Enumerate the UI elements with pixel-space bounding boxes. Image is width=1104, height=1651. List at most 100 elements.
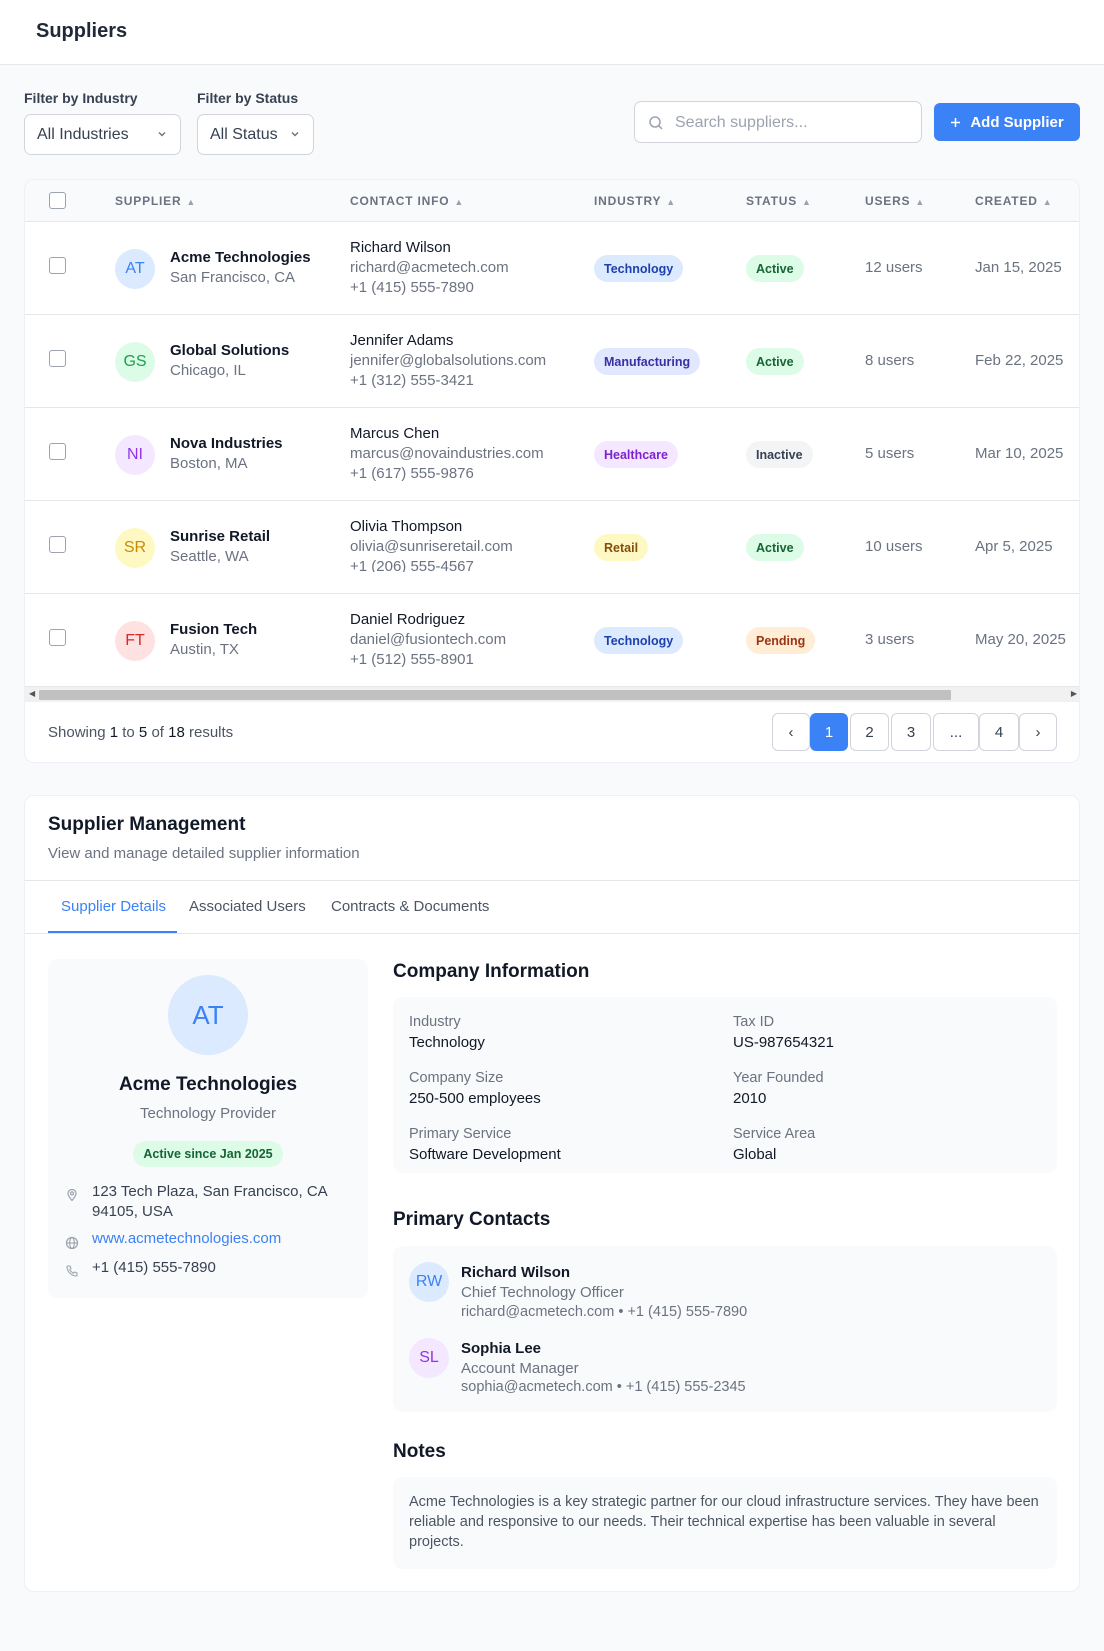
pagination-prev-button[interactable]: ‹	[772, 713, 810, 751]
row-checkbox[interactable]	[49, 536, 66, 553]
divider	[25, 933, 1079, 934]
company-info-label: Industry	[409, 1014, 461, 1030]
table-row[interactable]: GS Global Solutions Chicago, IL Jennifer…	[25, 315, 1079, 408]
tab-associated-users[interactable]: Associated Users	[189, 898, 306, 915]
company-info-title: Company Information	[393, 961, 590, 982]
search-input[interactable]	[675, 111, 905, 135]
sort-icon: ▲	[186, 197, 197, 207]
contact-name: Olivia Thompson	[350, 518, 463, 535]
sort-icon: ▲	[915, 197, 926, 207]
company-info-value: 250-500 employees	[409, 1090, 541, 1107]
pagination-page-1[interactable]: 1	[810, 713, 848, 751]
contact-role: Account Manager	[461, 1360, 579, 1377]
contact-name: Richard Wilson	[461, 1264, 571, 1281]
column-header-industry[interactable]: INDUSTRY ▲	[594, 194, 676, 208]
status-badge: Active	[746, 348, 804, 375]
sort-icon: ▲	[1042, 197, 1053, 207]
row-checkbox[interactable]	[49, 257, 66, 274]
sort-icon: ▲	[454, 197, 465, 207]
supplier-name: Global Solutions	[170, 342, 290, 359]
column-header-created[interactable]: CREATED ▲	[975, 194, 1052, 208]
page-header: Suppliers	[0, 0, 1104, 65]
industry-filter-value: All Industries	[37, 126, 129, 143]
users-count: 8 users	[865, 352, 915, 369]
created-date: Apr 5, 2025	[975, 538, 1053, 555]
scroll-right-icon[interactable]: ▶	[1071, 689, 1077, 698]
company-info-value: US-987654321	[733, 1034, 834, 1051]
scrollbar-thumb[interactable]	[39, 690, 951, 700]
supplier-location: Seattle, WA	[170, 548, 249, 565]
contact-phone: +1 (617) 555-9876	[350, 465, 474, 482]
active-since-badge: Active since Jan 2025	[133, 1141, 283, 1167]
supplier-name: Acme Technologies	[170, 249, 311, 266]
contact-email: marcus@novaindustries.com	[350, 445, 544, 462]
contact-email: richard@acmetech.com	[350, 259, 509, 276]
results-summary: Showing 1 to 5 of 18 results	[48, 724, 234, 741]
supplier-profile-card: AT Acme Technologies Technology Provider…	[48, 959, 368, 1298]
contact-phone: +1 (415) 555-7890	[350, 279, 474, 296]
supplier-name: Sunrise Retail	[170, 528, 271, 545]
column-header-supplier[interactable]: SUPPLIER ▲	[115, 194, 196, 208]
industry-badge: Manufacturing	[594, 348, 701, 375]
select-all-checkbox[interactable]	[49, 192, 66, 209]
contact-name: Daniel Rodriguez	[350, 611, 466, 628]
profile-website-link[interactable]: www.acmetechnologies.com	[92, 1229, 281, 1249]
contact-name: Jennifer Adams	[350, 332, 454, 349]
pagination-page-4[interactable]: 4	[979, 713, 1019, 751]
profile-type: Technology Provider	[140, 1105, 276, 1122]
add-supplier-button[interactable]: Add Supplier	[934, 103, 1080, 141]
chevron-down-icon	[158, 132, 166, 137]
column-header-users[interactable]: USERS ▲	[865, 194, 925, 208]
notes-title: Notes	[393, 1441, 446, 1462]
management-title: Supplier Management	[48, 814, 246, 835]
table-header: SUPPLIER ▲ CONTACT INFO ▲ INDUSTRY ▲ STATUS…	[25, 180, 1079, 222]
avatar: SL	[409, 1338, 449, 1378]
contact-phone: +1 (512) 555-8901	[350, 651, 474, 668]
row-checkbox[interactable]	[49, 443, 66, 460]
company-info-label: Tax ID	[733, 1014, 775, 1030]
company-info-value: Software Development	[409, 1146, 561, 1163]
row-checkbox[interactable]	[49, 629, 66, 646]
contact-role: Chief Technology Officer	[461, 1284, 624, 1301]
contact-phone: +1 (206) 555-4567	[350, 558, 474, 572]
contact-name: Marcus Chen	[350, 425, 440, 442]
column-header-contact[interactable]: CONTACT INFO ▲	[350, 194, 464, 208]
pagination-page-2[interactable]: 2	[850, 713, 889, 751]
primary-contacts-title: Primary Contacts	[393, 1209, 551, 1230]
phone-icon	[66, 1265, 78, 1277]
sort-icon: ▲	[802, 197, 812, 207]
supplier-location: Austin, TX	[170, 641, 239, 658]
avatar: RW	[409, 1262, 449, 1302]
company-info-label: Service Area	[733, 1126, 816, 1142]
avatar: NI	[115, 435, 155, 475]
plus-icon	[951, 117, 961, 127]
industry-filter-label: Filter by Industry	[24, 90, 138, 106]
table-row[interactable]: NI Nova Industries Boston, MA Marcus Che…	[25, 408, 1079, 501]
contact-email: olivia@sunriseretail.com	[350, 538, 513, 555]
users-count: 10 users	[865, 538, 923, 555]
table-row[interactable]: SR Sunrise Retail Seattle, WA Olivia Tho…	[25, 501, 1079, 594]
contact-name: Sophia Lee	[461, 1340, 542, 1357]
tab-contracts-documents[interactable]: Contracts & Documents	[331, 898, 489, 915]
supplier-location: Boston, MA	[170, 455, 248, 472]
users-count: 5 users	[865, 445, 915, 462]
globe-icon	[65, 1236, 79, 1250]
scroll-left-icon[interactable]: ◀	[29, 689, 35, 698]
pagination-next-button[interactable]: ›	[1019, 713, 1057, 751]
horizontal-scrollbar[interactable]: ◀ ▶	[25, 687, 1079, 702]
supplier-management-card: Supplier Management View and manage deta…	[24, 795, 1080, 1592]
row-checkbox[interactable]	[49, 350, 66, 367]
industry-badge: Technology	[594, 255, 684, 282]
search-box[interactable]	[634, 101, 922, 143]
company-info-value: Technology	[409, 1034, 485, 1051]
supplier-name: Fusion Tech	[170, 621, 258, 638]
status-filter-select[interactable]: All Status	[197, 114, 314, 155]
industry-filter-select[interactable]: All Industries	[24, 114, 181, 155]
table-row[interactable]: FT Fusion Tech Austin, TX Daniel Rodrigu…	[25, 594, 1079, 687]
tab-supplier-details[interactable]: Supplier Details	[61, 898, 166, 915]
column-header-status[interactable]: STATUS ▲	[746, 194, 812, 208]
pagination-page-3[interactable]: 3	[891, 713, 931, 751]
contact-phone: +1 (312) 555-3421	[350, 372, 474, 389]
avatar: AT	[168, 975, 248, 1055]
table-row[interactable]: AT Acme Technologies San Francisco, CA R…	[25, 222, 1079, 315]
